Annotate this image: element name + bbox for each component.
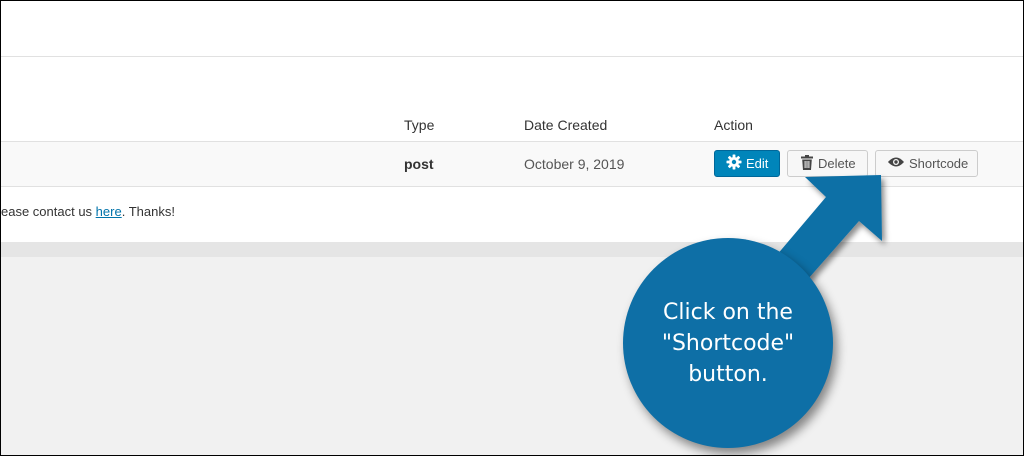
callout-line: Click on the [663,299,793,325]
callout-arrow [776,175,882,279]
callout-line: button. [688,361,768,387]
callout-line: "Shortcode" [661,330,795,356]
callout-text: Click on the "Shortcode" button. [643,297,813,390]
screenshot-frame: Type Date Created Action post October 9,… [0,0,1024,456]
callout-bubble: Click on the "Shortcode" button. [623,238,833,448]
